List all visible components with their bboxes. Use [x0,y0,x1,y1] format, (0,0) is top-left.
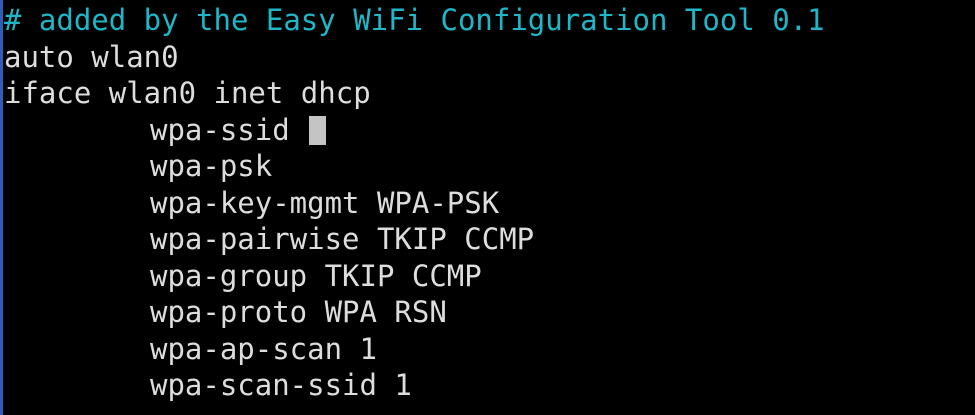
auto-line: auto wlan0 [4,39,179,74]
iface-line: iface wlan0 inet dhcp [4,76,371,110]
wpa-key-mgmt-line: wpa-key-mgmt WPA-PSK [150,185,500,220]
wpa-pairwise-line: wpa-pairwise TKIP CCMP [150,222,535,256]
header-comment-line: # added by the Easy WiFi Configuration T… [4,3,825,37]
wpa-group-line: wpa-group TKIP CCMP [150,258,482,293]
wpa-ssid-text: wpa-ssid [150,112,308,147]
terminal-editor[interactable]: # added by the Easy WiFi Configuration T… [0,0,975,415]
wpa-ssid-line[interactable]: wpa-ssid [4,112,975,149]
wpa-scan-ssid-line: wpa-scan-ssid 1 [150,368,412,402]
wpa-ap-scan-line: wpa-ap-scan 1 [150,331,377,366]
text-cursor [309,115,327,145]
wpa-psk-line: wpa-psk [150,149,273,183]
wpa-proto-line: wpa-proto WPA RSN [150,295,447,329]
